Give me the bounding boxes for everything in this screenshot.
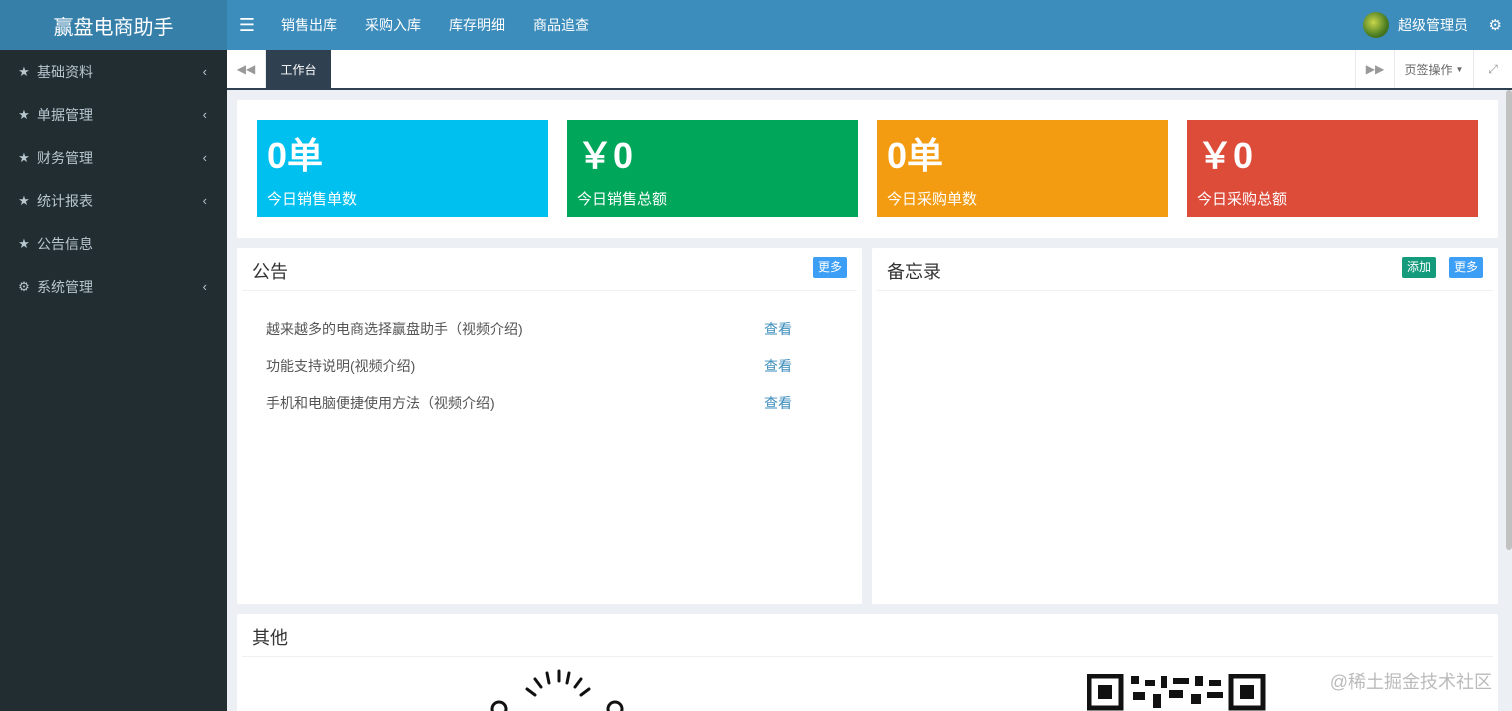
sidebar-item-documents[interactable]: ★ 单据管理 ‹ [0, 93, 227, 136]
notice-view-link[interactable]: 查看 [764, 393, 792, 413]
stat-card-sales-count: 0单 今日销售单数 [257, 120, 548, 217]
nav-purchase-inbound[interactable]: 采购入库 [351, 0, 435, 50]
gears-icon[interactable]: ⚙ [1489, 0, 1502, 50]
watermark: @稀土掘金技术社区 [1329, 672, 1492, 692]
app-brand-title[interactable]: 赢盘电商助手 [0, 0, 227, 50]
star-icon: ★ [18, 149, 30, 165]
stat-label: 今日采购单数 [887, 191, 978, 208]
nav-inventory-detail[interactable]: 库存明细 [435, 0, 519, 50]
stat-label: 今日销售总额 [577, 191, 668, 208]
tab-scroll-left-icon[interactable]: ◀◀ [227, 50, 266, 88]
page-scrollbar[interactable] [1506, 90, 1512, 550]
qr-code-icon [1087, 674, 1266, 711]
chevron-left-icon: ‹ [202, 150, 207, 165]
stat-label: 今日销售单数 [267, 191, 358, 208]
gear-icon: ⚙ [18, 278, 30, 294]
notice-panel: 公告 更多 越来越多的电商选择赢盘助手（视频介绍) 查看 功能支持说明(视频介绍… [237, 248, 862, 604]
tab-bar: ◀◀ 工作台 ▶▶ 页签操作 ▼ ⤢ [227, 50, 1512, 90]
sidebar-item-basic-data[interactable]: ★ 基础资料 ‹ [0, 50, 227, 93]
star-icon: ★ [18, 63, 30, 79]
user-menu[interactable]: 超级管理员 [1363, 0, 1468, 50]
sidebar-item-label: 基础资料 [37, 63, 93, 80]
stat-value: 0单 [267, 135, 324, 176]
sidebar-item-label: 公告信息 [37, 235, 93, 252]
sidebar-item-label: 单据管理 [37, 106, 93, 123]
list-item: 手机和电脑便捷使用方法（视频介绍) 查看 [266, 384, 792, 421]
stat-label: 今日采购总额 [1197, 191, 1288, 208]
fullscreen-icon[interactable]: ⤢ [1473, 50, 1512, 88]
stat-card-sales-amount: ￥0 今日销售总额 [567, 120, 858, 217]
tab-operations-label: 页签操作 [1404, 62, 1453, 77]
sound-wave-icon [490, 669, 624, 711]
sidebar-item-system[interactable]: ⚙ 系统管理 ‹ [0, 265, 227, 308]
avatar [1363, 12, 1389, 38]
nav-sales-outbound[interactable]: 销售出库 [267, 0, 351, 50]
sidebar-item-reports[interactable]: ★ 统计报表 ‹ [0, 179, 227, 222]
other-panel: 其他 [237, 614, 1498, 711]
stat-value: ￥0 [1197, 135, 1254, 176]
notice-more-button[interactable]: 更多 [812, 257, 847, 278]
sidebar-item-finance[interactable]: ★ 财务管理 ‹ [0, 136, 227, 179]
sidebar-item-announcements[interactable]: ★ 公告信息 [0, 222, 227, 265]
chevron-left-icon: ‹ [202, 193, 207, 208]
tab-scroll-right-icon[interactable]: ▶▶ [1355, 50, 1394, 88]
stats-panel: 0单 今日销售单数 ￥0 今日销售总额 0单 今日采购单数 ￥0 今日采购总额 [237, 100, 1498, 238]
notice-title: 公告 [252, 262, 288, 282]
notice-text: 手机和电脑便捷使用方法（视频介绍) [266, 394, 495, 411]
notice-view-link[interactable]: 查看 [764, 356, 792, 376]
memo-title: 备忘录 [887, 262, 941, 282]
memo-more-button[interactable]: 更多 [1448, 257, 1483, 278]
stat-card-purchase-amount: ￥0 今日采购总额 [1187, 120, 1478, 217]
sidebar-item-label: 财务管理 [37, 149, 93, 166]
stat-card-purchase-count: 0单 今日采购单数 [877, 120, 1168, 217]
divider [242, 656, 1493, 657]
nav-product-trace[interactable]: 商品追查 [519, 0, 603, 50]
sidebar-menu: ★ 基础资料 ‹ ★ 单据管理 ‹ ★ 财务管理 ‹ ★ 统计报表 ‹ ★ 公告… [0, 50, 227, 308]
chevron-left-icon: ‹ [202, 64, 207, 79]
menu-toggle-icon[interactable]: ☰ [227, 0, 267, 50]
chevron-left-icon: ‹ [202, 107, 207, 122]
top-navbar: ☰ 销售出库 采购入库 库存明细 商品追查 超级管理员 ⚙ [227, 0, 1512, 50]
list-item: 功能支持说明(视频介绍) 查看 [266, 347, 792, 384]
notice-text: 越来越多的电商选择赢盘助手（视频介绍) [266, 320, 523, 337]
star-icon: ★ [18, 192, 30, 208]
stat-value: 0单 [887, 135, 944, 176]
sidebar-item-label: 系统管理 [37, 278, 93, 295]
star-icon: ★ [18, 235, 30, 251]
chevron-left-icon: ‹ [202, 279, 207, 294]
memo-panel: 备忘录 添加 更多 [872, 248, 1498, 604]
star-icon: ★ [18, 106, 30, 122]
caret-down-icon: ▼ [1455, 64, 1464, 74]
notice-text: 功能支持说明(视频介绍) [266, 357, 416, 374]
other-title: 其他 [252, 628, 288, 648]
tab-operations-dropdown[interactable]: 页签操作 ▼ [1394, 50, 1473, 88]
tab-workbench[interactable]: 工作台 [266, 50, 331, 88]
top-nav: 销售出库 采购入库 库存明细 商品追查 [267, 0, 603, 50]
notice-list: 越来越多的电商选择赢盘助手（视频介绍) 查看 功能支持说明(视频介绍) 查看 手… [266, 310, 792, 421]
stat-value: ￥0 [577, 135, 634, 176]
notice-view-link[interactable]: 查看 [764, 319, 792, 339]
sidebar-item-label: 统计报表 [37, 192, 93, 209]
divider [242, 290, 857, 291]
list-item: 越来越多的电商选择赢盘助手（视频介绍) 查看 [266, 310, 792, 347]
sidebar: 赢盘电商助手 ★ 基础资料 ‹ ★ 单据管理 ‹ ★ 财务管理 ‹ ★ 统计报表… [0, 0, 227, 711]
user-name: 超级管理员 [1398, 17, 1468, 33]
divider [877, 290, 1493, 291]
memo-add-button[interactable]: 添加 [1401, 257, 1436, 278]
